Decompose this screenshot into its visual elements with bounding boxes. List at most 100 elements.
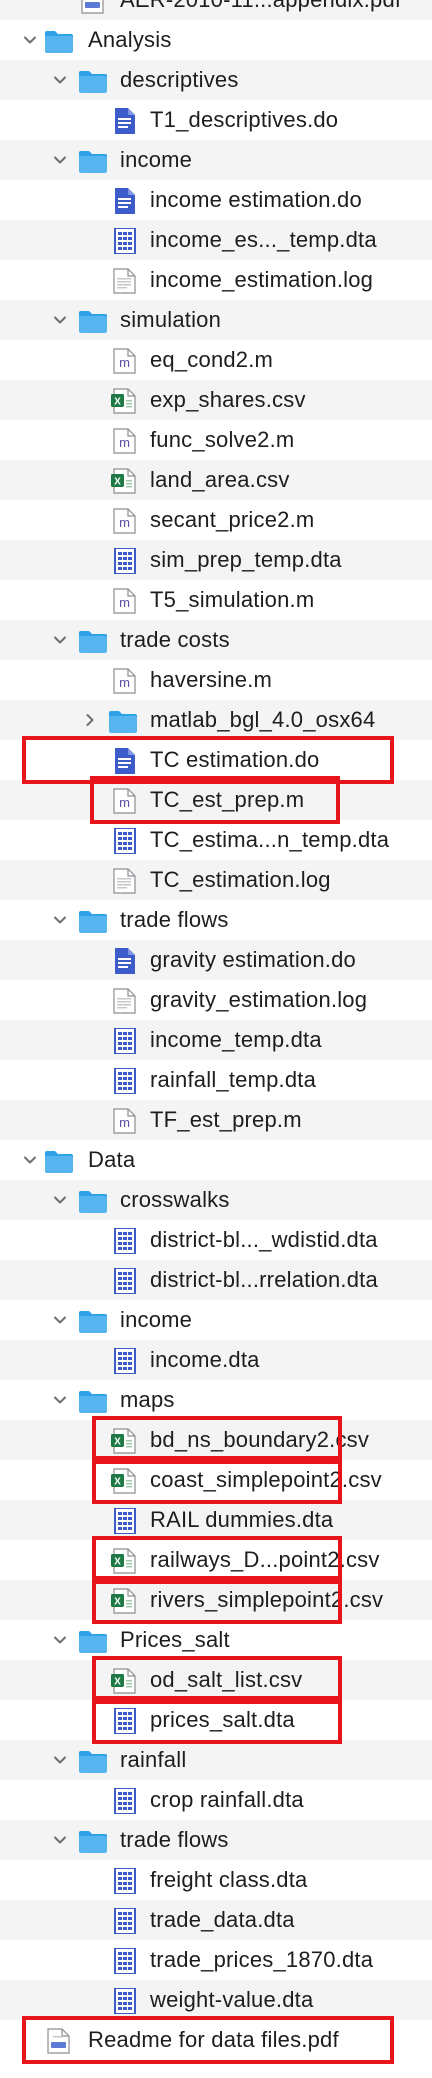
folder-name: simulation bbox=[120, 307, 222, 332]
folder-name: income bbox=[120, 147, 193, 172]
file-row-income-dta[interactable]: income.dta bbox=[0, 1340, 432, 1380]
chevron-right-icon[interactable] bbox=[80, 710, 100, 730]
chevron-down-icon[interactable] bbox=[50, 1750, 70, 1770]
folder-icon bbox=[78, 1188, 108, 1214]
file-row-income-es-temp-dta[interactable]: income_es..._temp.dta bbox=[0, 220, 432, 260]
chevron-down-icon[interactable] bbox=[50, 630, 70, 650]
file-row-rivers-simplepoint2-csv[interactable]: Xrivers_simplepoint2.csv bbox=[0, 1580, 432, 1620]
file-row-land-area-csv[interactable]: Xland_area.csv bbox=[0, 460, 432, 500]
file-name: haversine.m bbox=[150, 667, 273, 692]
chevron-down-icon[interactable] bbox=[50, 1390, 70, 1410]
svg-text:m: m bbox=[119, 595, 130, 610]
file-row-rainfall-temp-dta[interactable]: rainfall_temp.dta bbox=[0, 1060, 432, 1100]
excel-csv-file-icon: X bbox=[110, 388, 140, 414]
folder-name: maps bbox=[120, 1387, 175, 1412]
file-name: district-bl..._wdistid.dta bbox=[150, 1227, 378, 1252]
file-name: gravity estimation.do bbox=[150, 947, 356, 972]
folder-row-trade-flows[interactable]: trade flows bbox=[0, 900, 432, 940]
chevron-down-icon[interactable] bbox=[20, 1150, 40, 1170]
file-row-func-solve2-m[interactable]: m func_solve2.m bbox=[0, 420, 432, 460]
file-row-income-temp-dta[interactable]: income_temp.dta bbox=[0, 1020, 432, 1060]
file-row-secant-price2-m[interactable]: m secant_price2.m bbox=[0, 500, 432, 540]
file-row-railways-d-point2-csv[interactable]: Xrailways_D...point2.csv bbox=[0, 1540, 432, 1580]
svg-text:m: m bbox=[119, 435, 130, 450]
matlab-file-icon: m bbox=[110, 428, 140, 454]
file-name: T5_simulation.m bbox=[150, 587, 315, 612]
file-row-aer-2010-11-appendix-pdf[interactable]: AER-2010-11...appendix.pdf bbox=[0, 0, 432, 20]
folder-row-analysis[interactable]: Analysis bbox=[0, 20, 432, 60]
file-row-prices-salt-dta[interactable]: prices_salt.dta bbox=[0, 1700, 432, 1740]
chevron-down-icon[interactable] bbox=[50, 1830, 70, 1850]
file-row-weight-value-dta[interactable]: weight-value.dta bbox=[0, 1980, 432, 2020]
folder-row-descriptives[interactable]: descriptives bbox=[0, 60, 432, 100]
folder-row-matlab-bgl-4-0-osx64[interactable]: matlab_bgl_4.0_osx64 bbox=[0, 700, 432, 740]
file-row-od-salt-list-csv[interactable]: Xod_salt_list.csv bbox=[0, 1660, 432, 1700]
chevron-down-icon[interactable] bbox=[20, 30, 40, 50]
file-row-tc-est-prep-m[interactable]: m TC_est_prep.m bbox=[0, 780, 432, 820]
file-row-freight-class-dta[interactable]: freight class.dta bbox=[0, 1860, 432, 1900]
file-row-district-bl-wdistid-dta[interactable]: district-bl..._wdistid.dta bbox=[0, 1220, 432, 1260]
chevron-down-icon[interactable] bbox=[50, 1310, 70, 1330]
file-row-coast-simplepoint2-csv[interactable]: Xcoast_simplepoint2.csv bbox=[0, 1460, 432, 1500]
file-row-t1-descriptives-do[interactable]: T1_descriptives.do bbox=[0, 100, 432, 140]
file-name: TC_estima...n_temp.dta bbox=[150, 827, 390, 852]
folder-icon bbox=[78, 308, 108, 334]
chevron-down-icon[interactable] bbox=[50, 1190, 70, 1210]
file-row-rail-dummies-dta[interactable]: RAIL dummies.dta bbox=[0, 1500, 432, 1540]
matlab-file-icon: m bbox=[110, 508, 140, 534]
file-row-eq-cond2-m[interactable]: m eq_cond2.m bbox=[0, 340, 432, 380]
file-row-tc-estimation-do[interactable]: TC estimation.do bbox=[0, 740, 432, 780]
file-name: income_temp.dta bbox=[150, 1027, 322, 1052]
chevron-down-icon[interactable] bbox=[50, 1630, 70, 1650]
chevron-down-icon[interactable] bbox=[50, 310, 70, 330]
folder-row-data[interactable]: Data bbox=[0, 1140, 432, 1180]
folder-icon bbox=[44, 1148, 74, 1174]
finder-file-tree: AER-2010-11...appendix.pdf Analysis descri… bbox=[0, 0, 432, 2078]
folder-row-simulation[interactable]: simulation bbox=[0, 300, 432, 340]
folder-name: income bbox=[120, 1307, 193, 1332]
folder-row-rainfall[interactable]: rainfall bbox=[0, 1740, 432, 1780]
file-row-income-estimation-log[interactable]: income_estimation.log bbox=[0, 260, 432, 300]
folder-row-income[interactable]: income bbox=[0, 140, 432, 180]
stata-data-file-icon bbox=[110, 1868, 140, 1894]
file-row-bd-ns-boundary2-csv[interactable]: Xbd_ns_boundary2.csv bbox=[0, 1420, 432, 1460]
file-name: rainfall_temp.dta bbox=[150, 1067, 317, 1092]
folder-row-prices-salt[interactable]: Prices_salt bbox=[0, 1620, 432, 1660]
file-row-tf-est-prep-m[interactable]: m TF_est_prep.m bbox=[0, 1100, 432, 1140]
file-row-district-bl-rrelation-dta[interactable]: district-bl...rrelation.dta bbox=[0, 1260, 432, 1300]
file-row-tc-estimation-log[interactable]: TC_estimation.log bbox=[0, 860, 432, 900]
chevron-down-icon[interactable] bbox=[50, 150, 70, 170]
folder-icon bbox=[44, 28, 74, 54]
file-row-trade-data-dta[interactable]: trade_data.dta bbox=[0, 1900, 432, 1940]
file-row-readme-for-data-files-pdf[interactable]: Readme for data files.pdf bbox=[0, 2020, 432, 2060]
file-row-haversine-m[interactable]: m haversine.m bbox=[0, 660, 432, 700]
file-row-trade-prices-1870-dta[interactable]: trade_prices_1870.dta bbox=[0, 1940, 432, 1980]
folder-row-maps[interactable]: maps bbox=[0, 1380, 432, 1420]
folder-name: Analysis bbox=[88, 27, 172, 52]
stata-do-file-icon bbox=[110, 948, 140, 974]
svg-text:X: X bbox=[114, 1557, 121, 1568]
folder-name: Data bbox=[88, 1147, 136, 1172]
chevron-down-icon[interactable] bbox=[50, 910, 70, 930]
folder-row-trade-costs[interactable]: trade costs bbox=[0, 620, 432, 660]
stata-data-file-icon bbox=[110, 1348, 140, 1374]
file-name: eq_cond2.m bbox=[150, 347, 274, 372]
file-row-t5-simulation-m[interactable]: m T5_simulation.m bbox=[0, 580, 432, 620]
stata-data-file-icon bbox=[110, 1948, 140, 1974]
file-row-gravity-estimation-log[interactable]: gravity_estimation.log bbox=[0, 980, 432, 1020]
folder-row-trade-flows[interactable]: trade flows bbox=[0, 1820, 432, 1860]
folder-icon bbox=[78, 1748, 108, 1774]
file-row-tc-estima-n-temp-dta[interactable]: TC_estima...n_temp.dta bbox=[0, 820, 432, 860]
file-row-crop-rainfall-dta[interactable]: crop rainfall.dta bbox=[0, 1780, 432, 1820]
file-row-income-estimation-do[interactable]: income estimation.do bbox=[0, 180, 432, 220]
file-row-sim-prep-temp-dta[interactable]: sim_prep_temp.dta bbox=[0, 540, 432, 580]
file-name: prices_salt.dta bbox=[150, 1707, 295, 1732]
folder-icon bbox=[78, 1308, 108, 1334]
stata-data-file-icon bbox=[110, 1508, 140, 1534]
chevron-down-icon[interactable] bbox=[50, 70, 70, 90]
folder-row-crosswalks[interactable]: crosswalks bbox=[0, 1180, 432, 1220]
file-row-gravity-estimation-do[interactable]: gravity estimation.do bbox=[0, 940, 432, 980]
file-name: trade_data.dta bbox=[150, 1907, 295, 1932]
file-row-exp-shares-csv[interactable]: Xexp_shares.csv bbox=[0, 380, 432, 420]
folder-row-income[interactable]: income bbox=[0, 1300, 432, 1340]
